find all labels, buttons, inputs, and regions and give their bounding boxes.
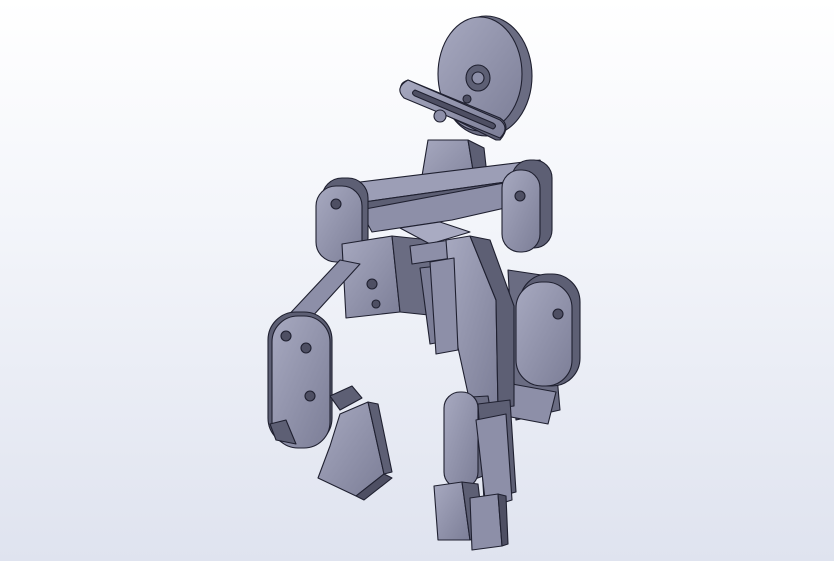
right-finger[interactable] <box>505 269 581 425</box>
robotic-gripper-3d-model[interactable] <box>0 0 834 561</box>
right-shoulder-joint[interactable] <box>501 159 553 253</box>
cad-graphics-viewport[interactable] <box>0 0 834 561</box>
middle-finger-links[interactable] <box>429 235 517 509</box>
